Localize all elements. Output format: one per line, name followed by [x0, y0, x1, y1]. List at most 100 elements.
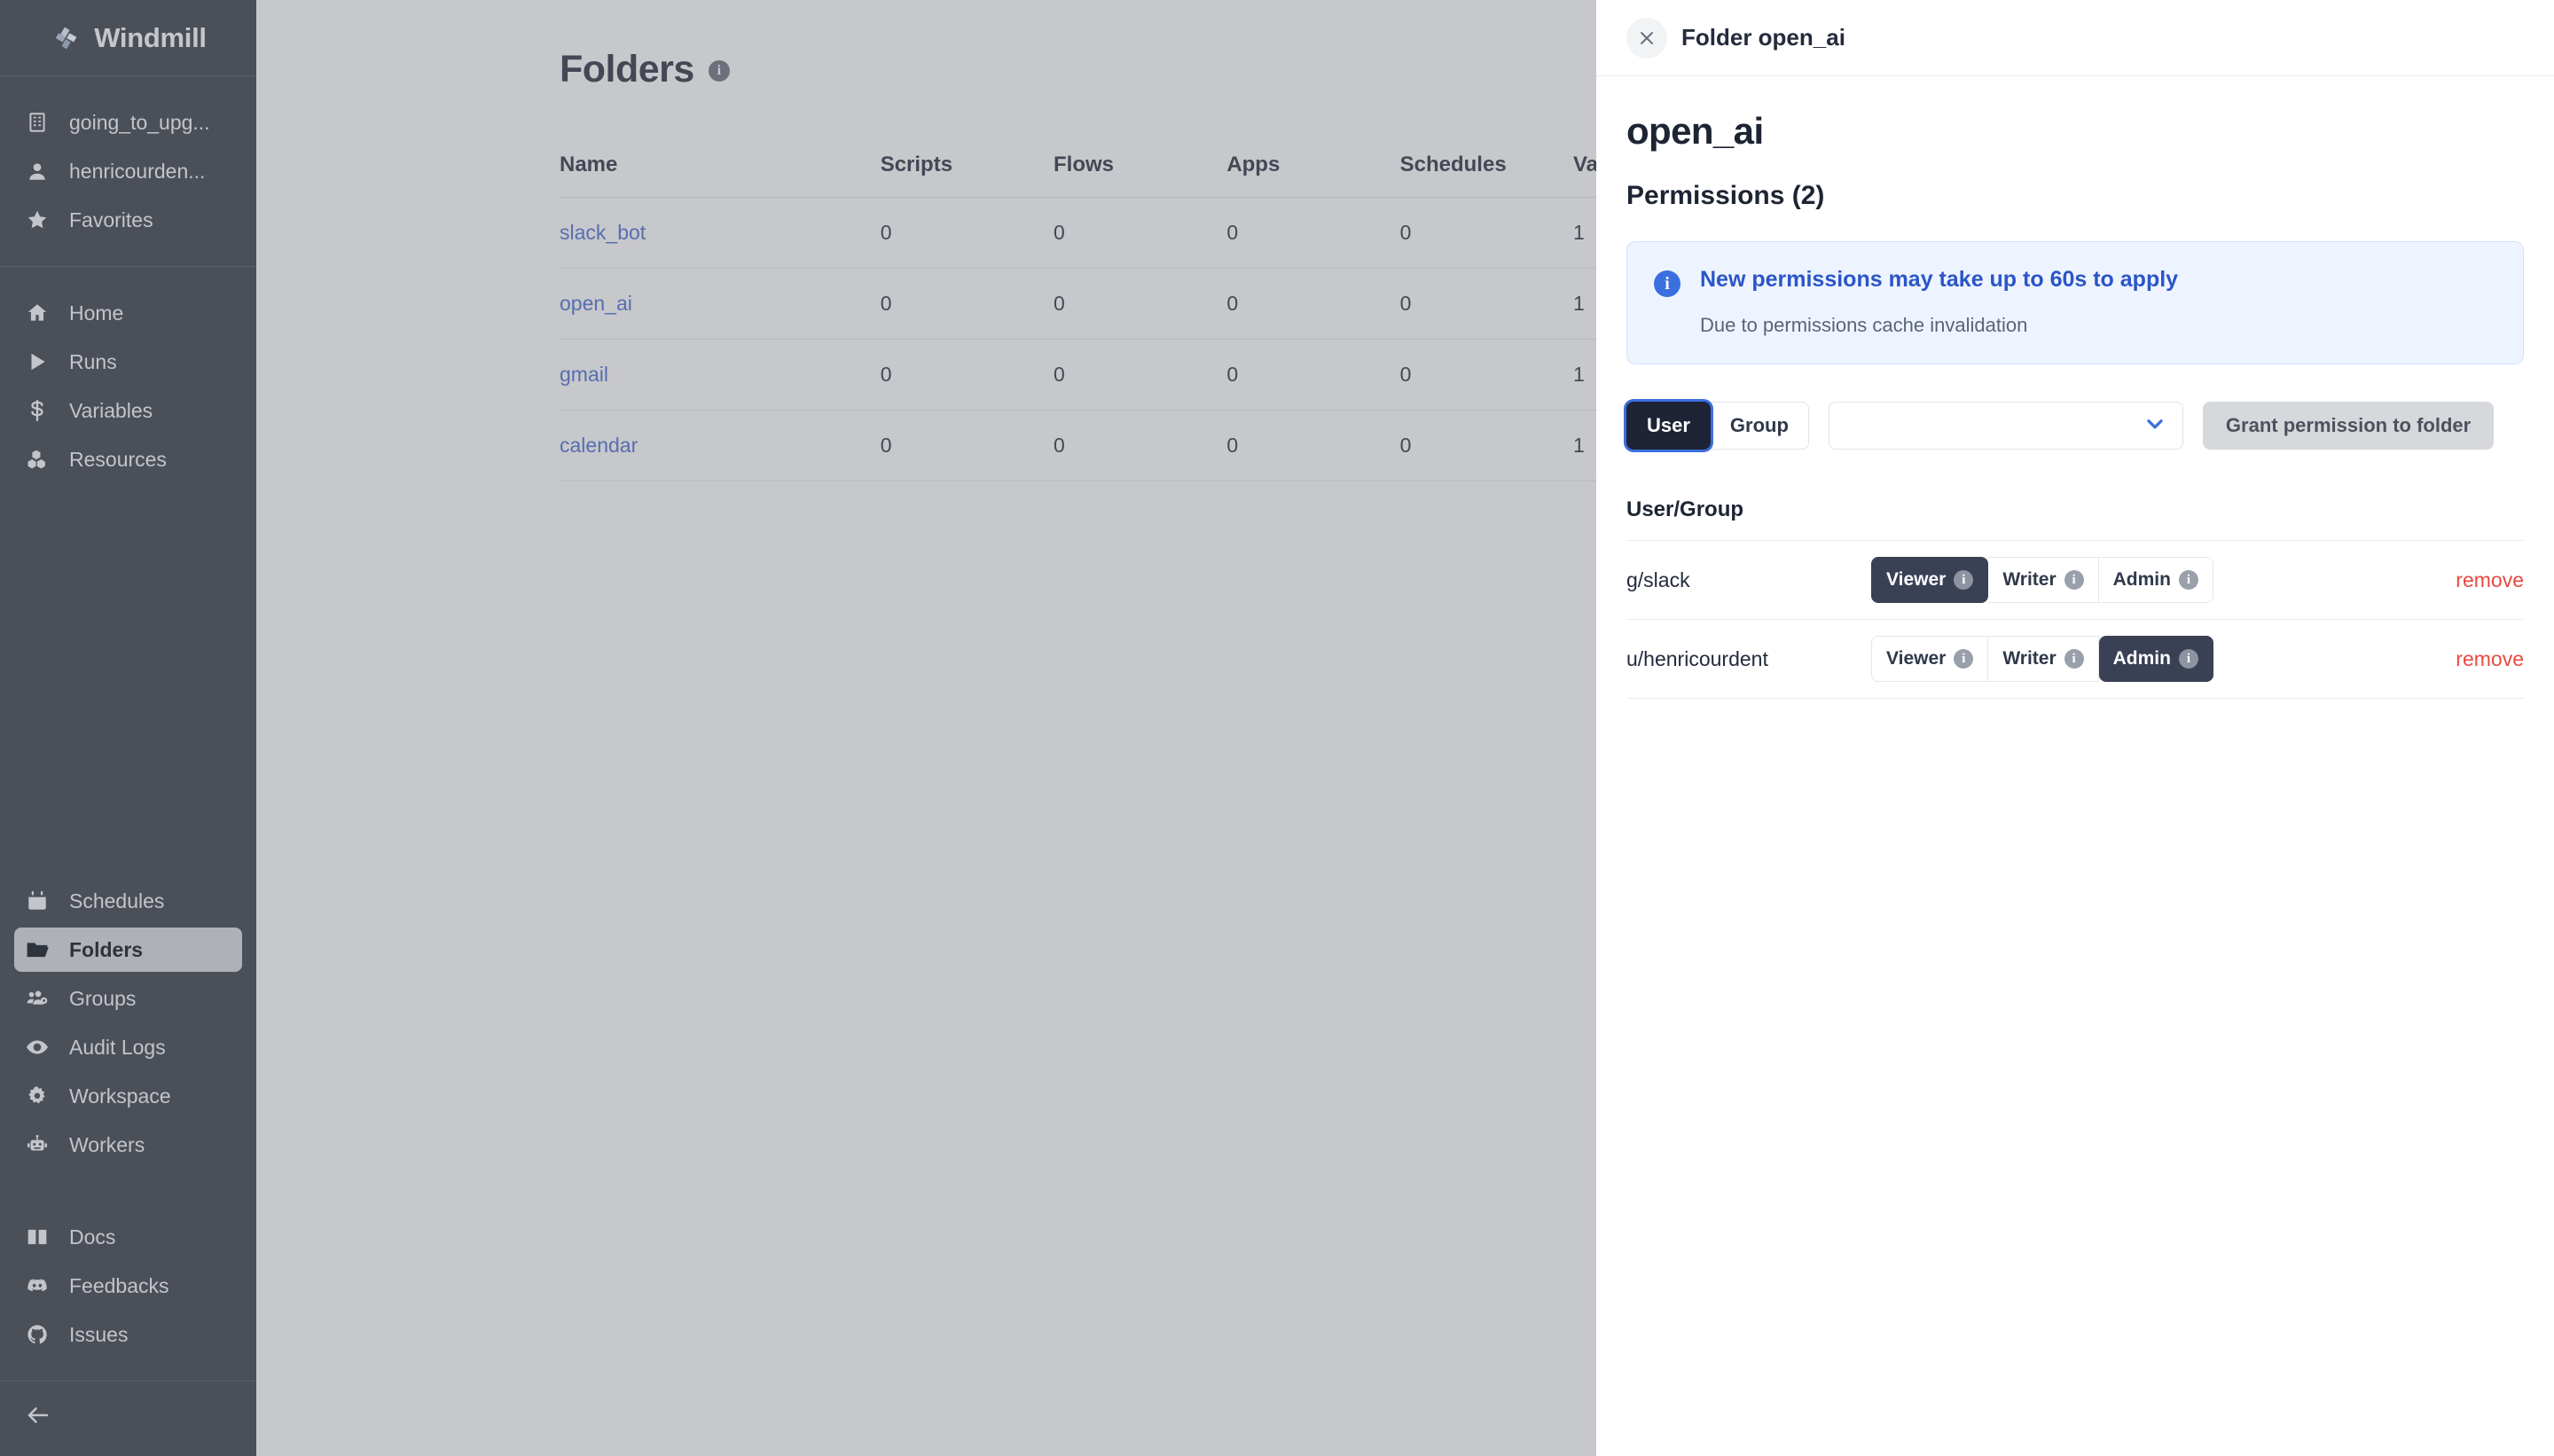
- role-label: Viewer: [1886, 648, 1947, 669]
- sidebar-item-variables[interactable]: Variables: [14, 388, 242, 433]
- user-icon: [25, 159, 50, 184]
- permission-remove-cell: remove: [2279, 540, 2524, 620]
- sidebar-item-groups[interactable]: Groups: [14, 976, 242, 1021]
- sidebar-item-home[interactable]: Home: [14, 291, 242, 335]
- github-icon: [25, 1322, 50, 1347]
- discord-icon: [25, 1273, 50, 1298]
- windmill-logo-icon: [50, 22, 82, 54]
- permission-role-cell: Viewer i Writer i Admin i: [1871, 619, 2279, 699]
- sidebar-item-workspace-settings[interactable]: Workspace: [14, 1074, 242, 1118]
- sidebar-item-label: Audit Logs: [69, 1035, 166, 1059]
- groups-icon: [25, 986, 50, 1011]
- user-group-toggle: User Group: [1626, 402, 1809, 450]
- sidebar-item-issues[interactable]: Issues: [14, 1312, 242, 1357]
- role-label: Viewer: [1886, 569, 1947, 590]
- building-icon: [25, 110, 50, 135]
- alert-subtitle: Due to permissions cache invalidation: [1700, 314, 2028, 336]
- brand-name: Windmill: [94, 21, 207, 53]
- chevron-down-icon: [2143, 412, 2166, 440]
- table-row: g/slack Viewer i Writer i Admin i remove: [1626, 540, 2524, 620]
- remove-button[interactable]: remove: [2456, 647, 2524, 671]
- sidebar-item-label: Schedules: [69, 888, 165, 912]
- role-label: Writer: [2002, 648, 2057, 669]
- main-content: Folders i Name Scripts Flows Apps Schedu…: [256, 0, 2554, 1456]
- role-viewer-button[interactable]: Viewer i: [1871, 636, 1989, 682]
- role-viewer-button[interactable]: Viewer i: [1871, 557, 1989, 603]
- grant-permission-button[interactable]: Grant permission to folder: [2202, 402, 2495, 450]
- role-admin-button[interactable]: Admin i: [2098, 557, 2213, 603]
- info-icon[interactable]: i: [2064, 649, 2084, 669]
- alert-text: New permissions may take up to 60s to ap…: [1700, 267, 2178, 337]
- gear-icon: [25, 1084, 50, 1108]
- sidebar-item-favorites[interactable]: Favorites: [14, 198, 242, 242]
- sidebar-item-label: Favorites: [69, 207, 153, 231]
- home-icon: [25, 301, 50, 325]
- table-row: u/henricourdent Viewer i Writer i Admin …: [1626, 619, 2524, 699]
- toggle-group-button[interactable]: Group: [1710, 402, 1809, 450]
- permission-remove-cell: remove: [2279, 619, 2524, 699]
- sidebar-item-label: Runs: [69, 349, 117, 373]
- sidebar-item-label: Workspace: [69, 1084, 171, 1108]
- cubes-icon: [25, 447, 50, 472]
- drawer-title: Folder open_ai: [1681, 24, 1845, 51]
- sidebar-item-user[interactable]: henricourden...: [14, 149, 242, 193]
- sidebar-item-label: Groups: [69, 986, 137, 1010]
- sidebar-item-folders[interactable]: Folders: [14, 928, 242, 972]
- sidebar-collapse-button[interactable]: [14, 1394, 242, 1440]
- sidebar-item-audit-logs[interactable]: Audit Logs: [14, 1025, 242, 1069]
- permission-subject: u/henricourdent: [1626, 619, 1871, 699]
- folder-icon: [25, 937, 50, 962]
- sidebar-item-label: henricourden...: [69, 159, 206, 183]
- user-select[interactable]: [1828, 402, 2183, 450]
- role-writer-button[interactable]: Writer i: [1988, 636, 2099, 682]
- sidebar-item-label: Feedbacks: [69, 1273, 169, 1297]
- sidebar-item-feedbacks[interactable]: Feedbacks: [14, 1264, 242, 1308]
- sidebar-item-workspace[interactable]: going_to_upg...: [14, 100, 242, 145]
- permission-subject: g/slack: [1626, 540, 1871, 620]
- alert-title: New permissions may take up to 60s to ap…: [1700, 267, 2179, 292]
- folder-name-heading: open_ai: [1626, 110, 1764, 152]
- sidebar-item-workers[interactable]: Workers: [14, 1123, 242, 1167]
- sidebar-workspace-group: going_to_upg... henricourden... Favorite…: [0, 76, 256, 267]
- sidebar-item-label: Resources: [69, 447, 167, 471]
- drawer-body: open_ai Permissions (2) i New permission…: [1596, 76, 2554, 699]
- role-toggle-group: Viewer i Writer i Admin i: [1871, 557, 2213, 603]
- remove-button[interactable]: remove: [2456, 568, 2524, 592]
- sidebar: Windmill going_to_upg... henricourden...: [0, 0, 256, 1456]
- play-icon: [25, 349, 50, 374]
- sidebar-admin-group: Schedules Folders Groups Audit Logs Work…: [0, 855, 256, 1191]
- sidebar-item-label: Variables: [69, 398, 153, 422]
- info-icon[interactable]: i: [1954, 570, 1974, 590]
- drawer-header: Folder open_ai: [1596, 0, 2554, 76]
- info-icon[interactable]: i: [2178, 570, 2198, 590]
- sidebar-item-label: Folders: [69, 937, 144, 961]
- sidebar-footer-group: Docs Feedbacks Issues: [0, 1191, 256, 1381]
- close-icon[interactable]: [1626, 17, 1667, 59]
- folder-drawer: Folder open_ai open_ai Permissions (2) i…: [1596, 0, 2554, 1456]
- role-writer-button[interactable]: Writer i: [1988, 557, 2099, 603]
- sidebar-item-label: going_to_upg...: [69, 110, 210, 134]
- brand-logo[interactable]: Windmill: [0, 0, 256, 76]
- user-group-table-heading: User/Group: [1626, 497, 1744, 521]
- star-icon: [25, 207, 50, 232]
- permission-role-cell: Viewer i Writer i Admin i: [1871, 540, 2279, 620]
- info-icon[interactable]: i: [2178, 649, 2198, 669]
- sidebar-nav-group: Home Runs Variables Resources: [0, 267, 256, 505]
- sidebar-item-runs[interactable]: Runs: [14, 340, 242, 384]
- info-icon: i: [1654, 270, 1680, 297]
- permissions-heading: Permissions (2): [1626, 181, 1825, 210]
- toggle-user-button[interactable]: User: [1626, 402, 1711, 450]
- role-admin-button[interactable]: Admin i: [2098, 636, 2213, 682]
- dollar-icon: [25, 398, 50, 423]
- sidebar-item-resources[interactable]: Resources: [14, 437, 242, 481]
- info-icon[interactable]: i: [1954, 649, 1974, 669]
- sidebar-item-label: Issues: [69, 1322, 129, 1346]
- permissions-table-body: g/slack Viewer i Writer i Admin i remove…: [1626, 540, 2524, 699]
- info-icon[interactable]: i: [2064, 570, 2084, 590]
- sidebar-item-schedules[interactable]: Schedules: [14, 879, 242, 923]
- sidebar-item-label: Home: [69, 301, 124, 325]
- sidebar-item-docs[interactable]: Docs: [14, 1215, 242, 1259]
- robot-icon: [25, 1132, 50, 1157]
- sidebar-item-label: Workers: [69, 1132, 145, 1156]
